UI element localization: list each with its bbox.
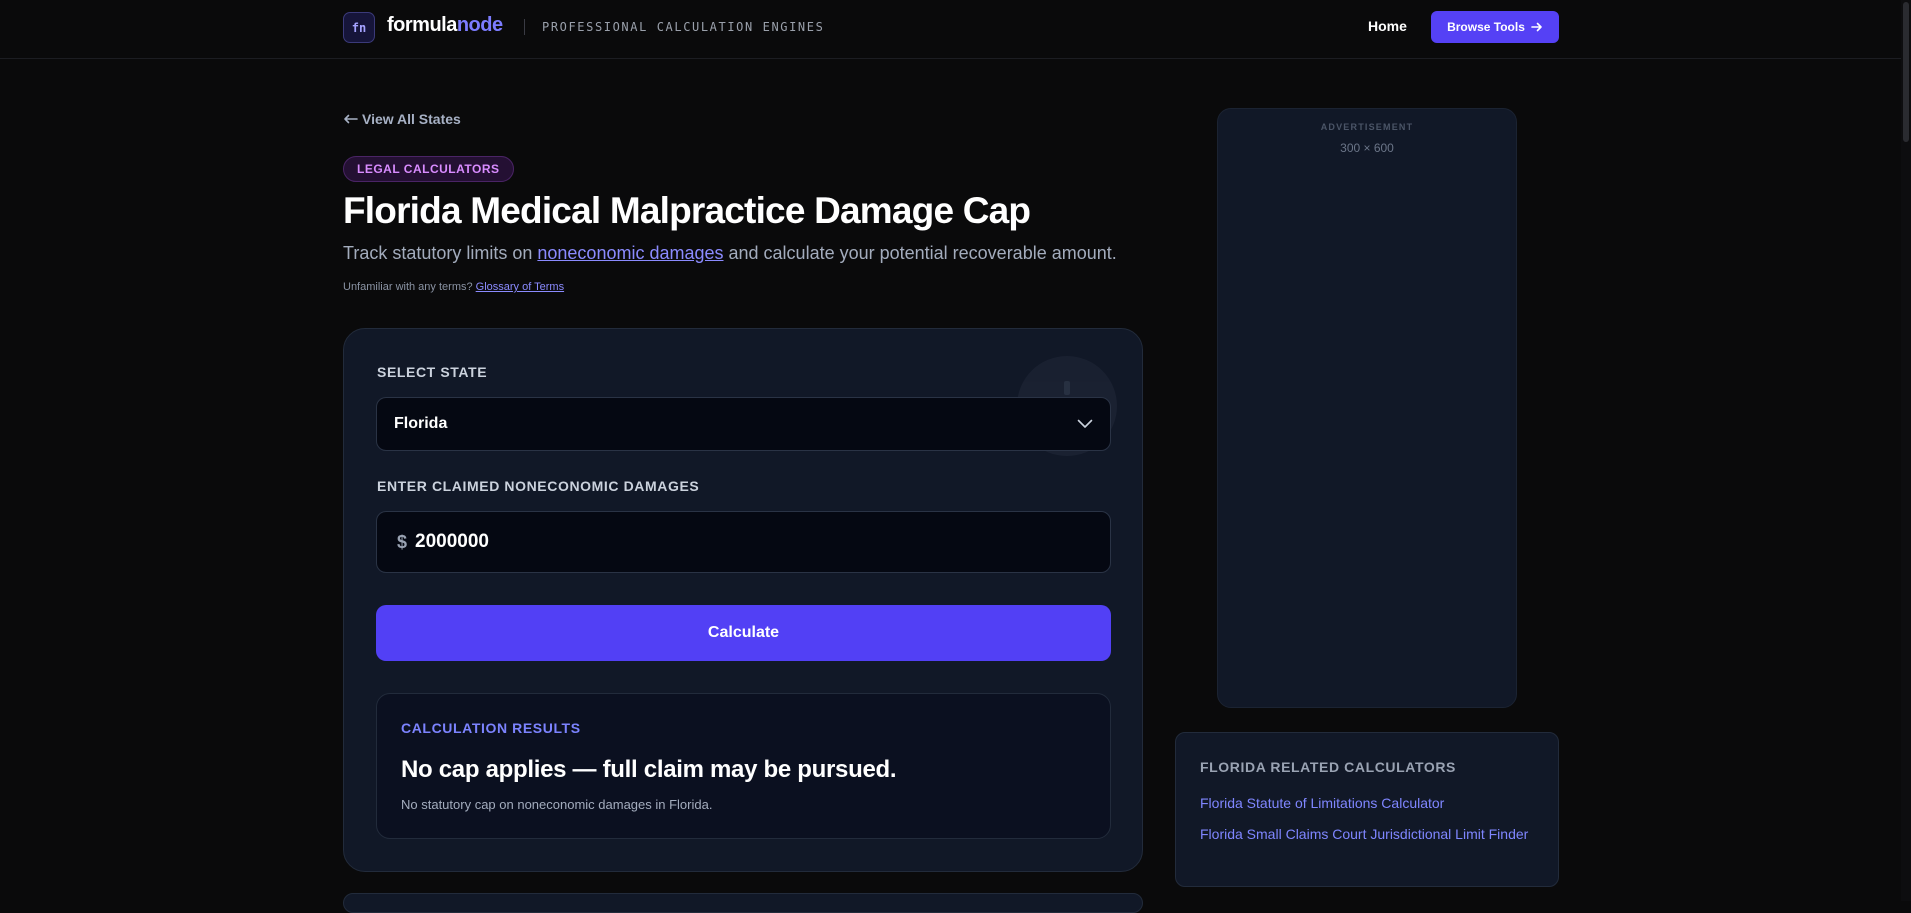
subtitle-text-start: Track statutory limits on <box>343 243 538 263</box>
page-scrollbar[interactable] <box>1901 0 1911 901</box>
subtitle-text-end: and calculate your potential recoverable… <box>723 243 1117 263</box>
results-panel: CALCULATION RESULTS No cap applies — ful… <box>376 693 1111 839</box>
brand-name[interactable]: formulanode <box>387 14 503 37</box>
page-subtitle: Track statutory limits on noneconomic da… <box>343 243 1117 264</box>
brand-tagline: PROFESSIONAL CALCULATION ENGINES <box>542 20 825 34</box>
browse-tools-button[interactable]: Browse Tools <box>1431 11 1559 43</box>
brand-name-accent: node <box>456 14 503 36</box>
glossary-hint-text: Unfamiliar with any terms? <box>343 281 476 293</box>
page-title: Florida Medical Malpractice Damage Cap <box>343 190 1031 231</box>
category-badge: LEGAL CALCULATORS <box>343 156 514 182</box>
scrollbar-thumb[interactable] <box>1903 2 1909 142</box>
arrow-left-icon <box>344 114 358 124</box>
results-note: No statutory cap on noneconomic damages … <box>401 797 713 812</box>
view-all-states-link[interactable]: View All States <box>343 111 461 127</box>
advertisement-label: ADVERTISEMENT <box>1320 122 1414 132</box>
state-select-value: Florida <box>394 415 448 432</box>
damages-input-field[interactable]: $ <box>376 511 1111 573</box>
state-select[interactable]: Florida <box>376 397 1111 451</box>
results-headline: No cap applies — full claim may be pursu… <box>401 756 897 783</box>
related-link-statute-of-limitations[interactable]: Florida Statute of Limitations Calculato… <box>1200 793 1540 813</box>
select-state-label: SELECT STATE <box>377 364 488 380</box>
view-all-states-label: View All States <box>362 111 461 127</box>
related-calculators-title: FLORIDA RELATED CALCULATORS <box>1200 759 1456 775</box>
brand-name-main: formula <box>387 14 457 36</box>
noneconomic-damages-link[interactable]: noneconomic damages <box>537 243 723 263</box>
next-section-card <box>343 893 1143 913</box>
damages-label: ENTER CLAIMED NONECONOMIC DAMAGES <box>377 478 700 494</box>
damages-input[interactable] <box>415 531 1066 553</box>
advertisement-size: 300 × 600 <box>1340 141 1394 155</box>
related-link-small-claims[interactable]: Florida Small Claims Court Jurisdictiona… <box>1200 824 1540 844</box>
glossary-of-terms-link[interactable]: Glossary of Terms <box>476 281 564 293</box>
brand-divider <box>524 19 525 35</box>
advertisement-slot: ADVERTISEMENT 300 × 600 <box>1217 108 1517 708</box>
dollar-sign: $ <box>397 531 408 552</box>
nav-home-link[interactable]: Home <box>1368 18 1407 34</box>
top-navigation-bar: fn formulanode PROFESSIONAL CALCULATION … <box>0 0 1911 59</box>
calculator-card: SELECT STATE Florida ENTER CLAIMED NONEC… <box>343 328 1143 872</box>
calculate-button[interactable]: Calculate <box>376 605 1111 661</box>
related-calculators-panel: FLORIDA RELATED CALCULATORS Florida Stat… <box>1175 732 1559 887</box>
chevron-down-icon <box>1077 419 1093 428</box>
browse-tools-label: Browse Tools <box>1447 20 1525 34</box>
logo-mark[interactable]: fn <box>343 12 375 43</box>
glossary-hint: Unfamiliar with any terms? Glossary of T… <box>343 281 564 293</box>
results-label: CALCULATION RESULTS <box>401 720 581 736</box>
arrow-right-icon <box>1531 22 1542 32</box>
